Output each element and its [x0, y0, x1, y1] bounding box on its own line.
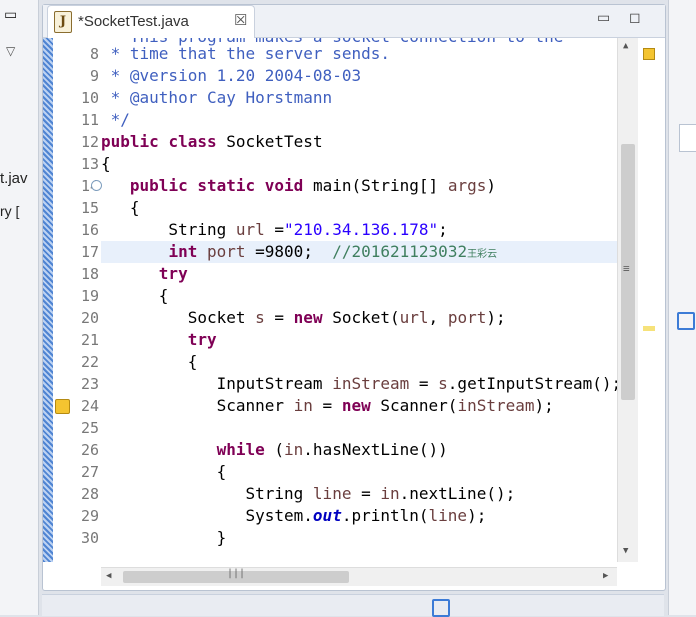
code-area[interactable]: * time that the server sends. * @version… [101, 38, 617, 562]
horizontal-scrollbar[interactable]: ◀ ||| ▶ [101, 567, 617, 586]
code-line-24[interactable]: Scanner in = new Scanner(inStream); [101, 395, 617, 417]
overview-ruler [639, 38, 659, 562]
quick-diff-ruler [43, 38, 53, 562]
line-number-13: 13 [80, 155, 99, 173]
line-number-25: 25 [80, 419, 99, 437]
tree-item-library[interactable]: ry [ [0, 203, 19, 219]
code-line-14[interactable]: public static void main(String[] args) [101, 175, 617, 197]
line-number-18: 18 [80, 265, 99, 283]
line-number-26: 26 [80, 441, 99, 459]
code-line-12[interactable]: public class SocketTest [101, 131, 617, 153]
code-line-25[interactable] [101, 417, 617, 439]
scroll-grip-icon: ≡ [623, 262, 630, 275]
code-line-13[interactable]: { [101, 153, 617, 175]
editor-tabbar: J *SocketTest.java ☒ ▭ ◻ [43, 5, 665, 38]
java-editor: J *SocketTest.java ☒ ▭ ◻ 8 9 10 11 12 13 14 15 1… [42, 4, 666, 591]
scroll-down-icon[interactable]: ▼ [623, 546, 628, 556]
package-explorer-panel: ▭ ▽ t.jav ry [ [0, 0, 39, 615]
vertical-scroll-thumb[interactable]: ≡ [621, 144, 635, 400]
clipped-line-7: * This program makes a socket connection… [101, 38, 617, 49]
code-line-9[interactable]: * @version 1.20 2004-08-03 [101, 65, 617, 87]
scroll-right-icon[interactable]: ▶ [603, 571, 608, 581]
view-menu-chevron-icon[interactable]: ▽ [6, 44, 15, 58]
line-number-8: 8 [89, 45, 99, 63]
tab-label: *SocketTest.java [78, 13, 189, 30]
line-number-11: 11 [80, 111, 99, 129]
code-line-18[interactable]: try [101, 263, 617, 285]
maximize-icon[interactable]: ◻ [629, 10, 641, 26]
line-number-10: 10 [80, 89, 99, 107]
java-file-icon: J [54, 11, 72, 33]
code-line-21[interactable]: try [101, 329, 617, 351]
outline-panel [668, 0, 696, 615]
line-number-30: 30 [80, 529, 99, 547]
outline-box [679, 124, 696, 152]
line-number-gutter: 8 9 10 11 12 13 14 15 16 17 18 19 20 21 22 23 24 25 26 27 28… [53, 38, 102, 562]
panel-window-icon[interactable]: ▭ [4, 6, 17, 23]
code-line-22[interactable]: { [101, 351, 617, 373]
code-line-15[interactable]: { [101, 197, 617, 219]
hscroll-grip-icon: ||| [227, 568, 246, 579]
line-number-28: 28 [80, 485, 99, 503]
line-number-19: 19 [80, 287, 99, 305]
tab-sockettest-java[interactable]: J *SocketTest.java ☒ [47, 5, 255, 38]
code-line-20[interactable]: Socket s = new Socket(url, port); [101, 307, 617, 329]
line-number-20: 20 [80, 309, 99, 327]
occurrence-marker[interactable] [643, 326, 655, 331]
line-number-23: 23 [80, 375, 99, 393]
code-line-26[interactable]: while (in.hasNextLine()) [101, 439, 617, 461]
close-tab-icon[interactable]: ☒ [234, 11, 247, 29]
line-number-27: 27 [80, 463, 99, 481]
bottom-views-tabbar [42, 594, 664, 617]
line-number-12: 12 [80, 133, 99, 151]
outline-view-icon[interactable] [677, 312, 695, 330]
line-number-16: 16 [80, 221, 99, 239]
vertical-scrollbar[interactable]: ▲ ≡ ▼ [617, 38, 638, 562]
line-number-9: 9 [89, 67, 99, 85]
code-line-30[interactable]: } [101, 527, 617, 549]
line-number-17: 17 [80, 243, 99, 261]
code-line-10[interactable]: * @author Cay Horstmann [101, 87, 617, 109]
warning-marker-icon[interactable] [643, 48, 655, 60]
code-line-27[interactable]: { [101, 461, 617, 483]
minimize-icon[interactable]: ▭ [597, 10, 610, 26]
code-line-17[interactable]: int port =9800; //201621123032王彩云 [101, 241, 617, 263]
console-view-icon[interactable] [432, 599, 450, 617]
code-line-29[interactable]: System.out.println(line); [101, 505, 617, 527]
code-line-28[interactable]: String line = in.nextLine(); [101, 483, 617, 505]
line-number-29: 29 [80, 507, 99, 525]
line-number-22: 22 [80, 353, 99, 371]
horizontal-scroll-thumb[interactable]: ||| [123, 568, 349, 583]
code-line-19[interactable]: { [101, 285, 617, 307]
scroll-left-icon[interactable]: ◀ [106, 571, 111, 581]
tree-item-file[interactable]: t.jav [0, 170, 28, 187]
code-line-16[interactable]: String url ="210.34.136.178"; [101, 219, 617, 241]
code-line-11[interactable]: */ [101, 109, 617, 131]
scroll-up-icon[interactable]: ▲ [623, 41, 628, 51]
code-line-23[interactable]: InputStream inStream = s.getInputStream(… [101, 373, 617, 395]
line-number-21: 21 [80, 331, 99, 349]
warning-lightbulb-icon[interactable] [55, 399, 70, 414]
line-number-15: 15 [80, 199, 99, 217]
